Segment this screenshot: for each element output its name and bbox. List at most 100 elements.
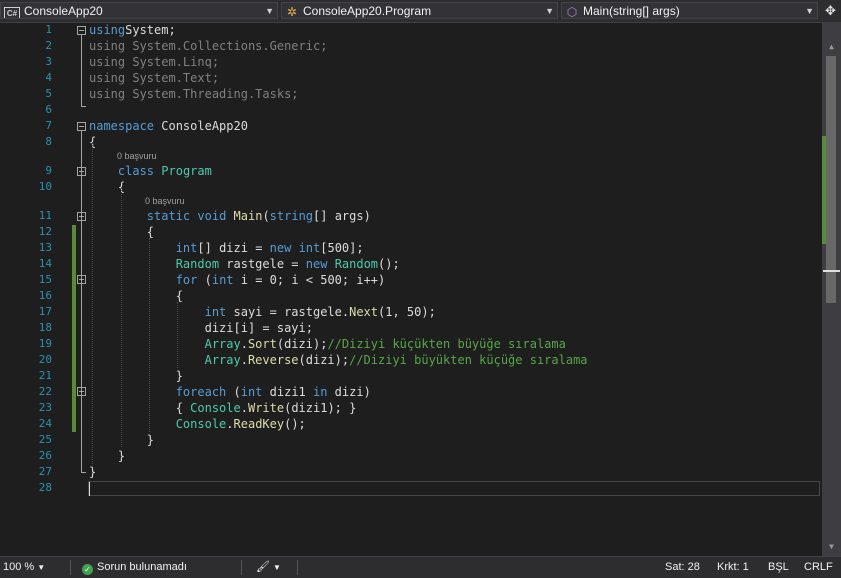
code-line[interactable]: { Console.Write(dizi1); } (89, 400, 357, 416)
code-line[interactable]: foreach (int dizi1 in dizi) (89, 384, 371, 400)
scroll-up-icon[interactable]: ▲ (822, 40, 841, 54)
code-line[interactable]: } (89, 448, 125, 464)
code-token: { (89, 401, 191, 415)
code-line[interactable]: using System.Linq; (89, 54, 219, 70)
code-line[interactable]: class Program (89, 163, 212, 179)
code-line[interactable]: { (89, 179, 125, 195)
project-dropdown[interactable]: C# ConsoleApp20 ▼ (0, 2, 278, 19)
scrollbar-caret-marker (823, 270, 840, 272)
line-number: 28 (38, 481, 52, 494)
code-token: ( (197, 273, 212, 287)
column-indicator[interactable]: Krkt: 1 (717, 557, 749, 578)
code-token: for (175, 273, 198, 287)
code-token: int (298, 241, 321, 255)
code-token: int (240, 385, 263, 399)
indent-guide (177, 302, 178, 368)
code-line[interactable]: using System.Text; (89, 70, 219, 86)
code-line[interactable]: static void Main(string[] args) (89, 208, 371, 224)
collapse-icon[interactable] (77, 122, 86, 131)
zoom-dropdown[interactable]: 100 % ▼ (3, 557, 45, 578)
code-token: //Diziyi küçükten büyüğe sıralama (327, 337, 566, 351)
code-token: new (305, 257, 328, 271)
collapse-icon[interactable] (77, 387, 86, 396)
code-token: void (197, 209, 227, 223)
code-token: int (175, 241, 198, 255)
code-token: Random (175, 257, 220, 271)
type-dropdown[interactable]: ✲ ConsoleApp20.Program ▼ (281, 2, 558, 19)
code-editor[interactable]: 1 2 3 4 5 6 7 8 9 10 11 12 13 14 15 16 17 18 19 20 21 22 23 24 2… (0, 22, 822, 556)
code-line[interactable]: namespace ConsoleApp20 (89, 118, 248, 134)
code-line[interactable]: int[] dizi = new int[500]; (89, 240, 364, 256)
code-line[interactable]: } (89, 368, 183, 384)
code-token: static (146, 209, 191, 223)
line-number: 20 (38, 353, 52, 366)
code-token: (1, 50); (378, 305, 436, 319)
issues-indicator[interactable]: ✓ Sorun bulunamadı (82, 557, 187, 578)
code-token: dizi[i] = sayi; (89, 321, 313, 335)
code-token: ( (226, 385, 241, 399)
code-token: namespace (89, 119, 155, 133)
line-number: 3 (45, 55, 52, 68)
code-token: Sort (247, 337, 277, 351)
collapse-icon[interactable] (77, 275, 86, 284)
collapse-icon[interactable] (77, 26, 86, 35)
line-number: 2 (45, 39, 52, 52)
collapse-icon[interactable] (77, 167, 86, 176)
scrollbar-thumb[interactable] (826, 56, 836, 303)
code-token: using System.Threading.Tasks; (89, 87, 299, 101)
code-line[interactable]: Random rastgele = new Random(); (89, 256, 400, 272)
code-line[interactable]: int sayi = rastgele.Next(1, 50); (89, 304, 436, 320)
code-token: Array (204, 337, 241, 351)
outline-end (81, 106, 86, 107)
line-number: 18 (38, 321, 52, 334)
collapse-icon[interactable] (77, 212, 86, 221)
code-token: . (240, 353, 248, 367)
code-token: Console (190, 401, 241, 415)
code-token: Console (175, 417, 227, 431)
line-number: 27 (38, 465, 52, 478)
split-window-icon[interactable]: ✥ (822, 2, 839, 19)
line-number: 22 (38, 385, 52, 398)
code-token: . (240, 401, 248, 415)
line-indicator[interactable]: Sat: 28 (665, 557, 700, 578)
divider (241, 560, 242, 575)
code-line[interactable]: Array.Sort(dizi);//Diziyi küçükten büyüğ… (89, 336, 566, 352)
code-line[interactable]: Array.Reverse(dizi);//Diziyi büyükten kü… (89, 352, 588, 368)
code-line[interactable]: using System.Collections.Generic; (89, 38, 327, 54)
code-token: Reverse (247, 353, 299, 367)
class-icon: ✲ (286, 5, 298, 19)
code-token: string (269, 209, 314, 223)
code-line[interactable]: using System.Threading.Tasks; (89, 86, 299, 102)
code-token: int (211, 273, 234, 287)
member-dropdown[interactable]: ⬡ Main(string[] args) ▼ (561, 2, 818, 19)
code-line[interactable]: dizi[i] = sayi; (89, 320, 313, 336)
code-token: Random (334, 257, 379, 271)
code-token: Next (349, 305, 379, 319)
insert-mode-indicator[interactable]: BŞL (768, 557, 789, 578)
reference-count-hint[interactable]: 0 başvuru (145, 195, 185, 207)
line-number: 4 (45, 71, 52, 84)
line-number: 14 (38, 257, 52, 270)
line-ending-indicator[interactable]: CRLF (804, 557, 833, 578)
project-name: ConsoleApp20 (24, 4, 103, 18)
code-line[interactable]: } (89, 464, 96, 480)
code-cleanup-button[interactable]: 🖌 ▼ (256, 557, 281, 578)
code-token: (); (284, 417, 306, 431)
navigation-bar: C# ConsoleApp20 ▼ ✲ ConsoleApp20.Program ▼… (0, 0, 841, 23)
line-number: 8 (45, 135, 52, 148)
code-line[interactable]: for (int i = 0; i < 500; i++) (89, 272, 386, 288)
scroll-down-icon[interactable]: ▼ (822, 540, 841, 554)
line-number: 25 (38, 433, 52, 446)
outline-end (81, 472, 86, 473)
code-token: } (89, 449, 126, 463)
code-line[interactable]: usingSystem; (89, 22, 176, 38)
reference-count-hint[interactable]: 0 başvuru (117, 150, 157, 162)
code-token: (); (378, 257, 400, 271)
vertical-scrollbar[interactable]: ▲ ▼ (822, 22, 841, 556)
code-line[interactable]: { (89, 288, 183, 304)
